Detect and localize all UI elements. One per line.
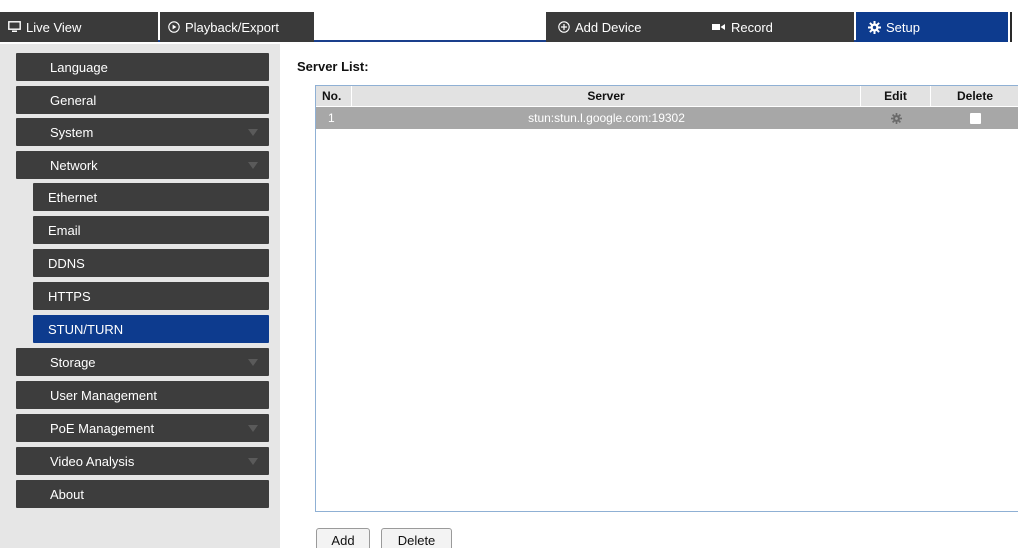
monitor-icon — [8, 21, 21, 33]
sidebar-item-label: HTTPS — [48, 288, 91, 304]
tab-add-device[interactable]: Add Device — [546, 12, 702, 42]
tab-record-label: Record — [731, 19, 773, 35]
tab-playback-export-label: Playback/Export — [185, 19, 279, 35]
column-header-edit: Edit — [861, 86, 931, 106]
tab-live-view[interactable]: Live View — [0, 12, 158, 42]
tab-setup[interactable]: Setup — [856, 12, 1008, 42]
tab-add-device-label: Add Device — [575, 19, 642, 35]
delete-checkbox[interactable] — [969, 112, 981, 124]
sidebar-item-https[interactable]: HTTPS — [33, 282, 269, 310]
sidebar-item-label: DDNS — [48, 255, 85, 271]
sidebar-item-general[interactable]: General — [16, 86, 269, 114]
sidebar-item-label: PoE Management — [50, 420, 155, 436]
tab-live-view-label: Live View — [26, 19, 82, 35]
sidebar-item-stun-turn[interactable]: STUN/TURN — [33, 315, 269, 343]
play-circle-icon — [168, 21, 180, 33]
sidebar-item-label: About — [50, 486, 84, 502]
sidebar-item-email[interactable]: Email — [33, 216, 269, 244]
sidebar-item-storage[interactable]: Storage — [16, 348, 269, 376]
sidebar-item-label: System — [50, 124, 94, 140]
sidebar-item-language[interactable]: Language — [16, 53, 269, 81]
delete-button[interactable]: Delete — [381, 528, 452, 548]
dropdown-arrow-icon — [248, 162, 258, 169]
sidebar-item-video-analysis[interactable]: Video Analysis — [16, 447, 269, 475]
sidebar-item-label: Video Analysis — [50, 453, 135, 469]
cell-no: 1 — [328, 111, 335, 125]
cell-server: stun:stun.l.google.com:19302 — [528, 111, 685, 125]
video-camera-icon — [712, 22, 726, 32]
sidebar-item-poe-management[interactable]: PoE Management — [16, 414, 269, 442]
sidebar-item-label: Storage — [50, 354, 96, 370]
tab-record[interactable]: Record — [702, 12, 854, 42]
sidebar-item-label: Email — [48, 222, 81, 238]
top-navigation: Live View Playback/Export Add Device Rec… — [0, 12, 1018, 42]
edit-gear-icon[interactable] — [861, 107, 931, 129]
sidebar-item-user-management[interactable]: User Management — [16, 381, 269, 409]
add-button[interactable]: Add — [316, 528, 370, 548]
page-title: Server List: — [297, 59, 369, 74]
server-list-table: No. Server Edit Delete 1 stun:stun.l.goo… — [315, 85, 1018, 512]
sidebar-item-label: User Management — [50, 387, 157, 403]
dropdown-arrow-icon — [248, 425, 258, 432]
sidebar-item-system[interactable]: System — [16, 118, 269, 146]
sidebar-item-about[interactable]: About — [16, 480, 269, 508]
tab-playback-export[interactable]: Playback/Export — [160, 12, 314, 42]
sidebar-item-label: STUN/TURN — [48, 321, 124, 337]
table-row[interactable]: 1 stun:stun.l.google.com:19302 — [316, 107, 1018, 129]
sidebar-item-label: Language — [50, 59, 108, 75]
sidebar-item-label: General — [50, 92, 97, 108]
tab-setup-label: Setup — [886, 19, 920, 35]
sidebar-item-ddns[interactable]: DDNS — [33, 249, 269, 277]
sidebar-item-network[interactable]: Network — [16, 151, 269, 179]
plus-circle-icon — [558, 21, 570, 33]
sidebar-item-label: Network — [50, 157, 98, 173]
column-header-server: Server — [352, 86, 861, 106]
column-header-no: No. — [316, 86, 352, 106]
dropdown-arrow-icon — [248, 359, 258, 366]
dropdown-arrow-icon — [248, 458, 258, 465]
dropdown-arrow-icon — [248, 129, 258, 136]
gear-icon — [868, 20, 881, 34]
nav-divider — [1008, 12, 1018, 42]
column-header-delete: Delete — [956, 89, 994, 103]
table-header: No. Server Edit Delete — [316, 86, 1018, 106]
sidebar-item-label: Ethernet — [48, 189, 98, 205]
sidebar-item-ethernet[interactable]: Ethernet — [33, 183, 269, 211]
delete-cell — [931, 107, 1018, 129]
